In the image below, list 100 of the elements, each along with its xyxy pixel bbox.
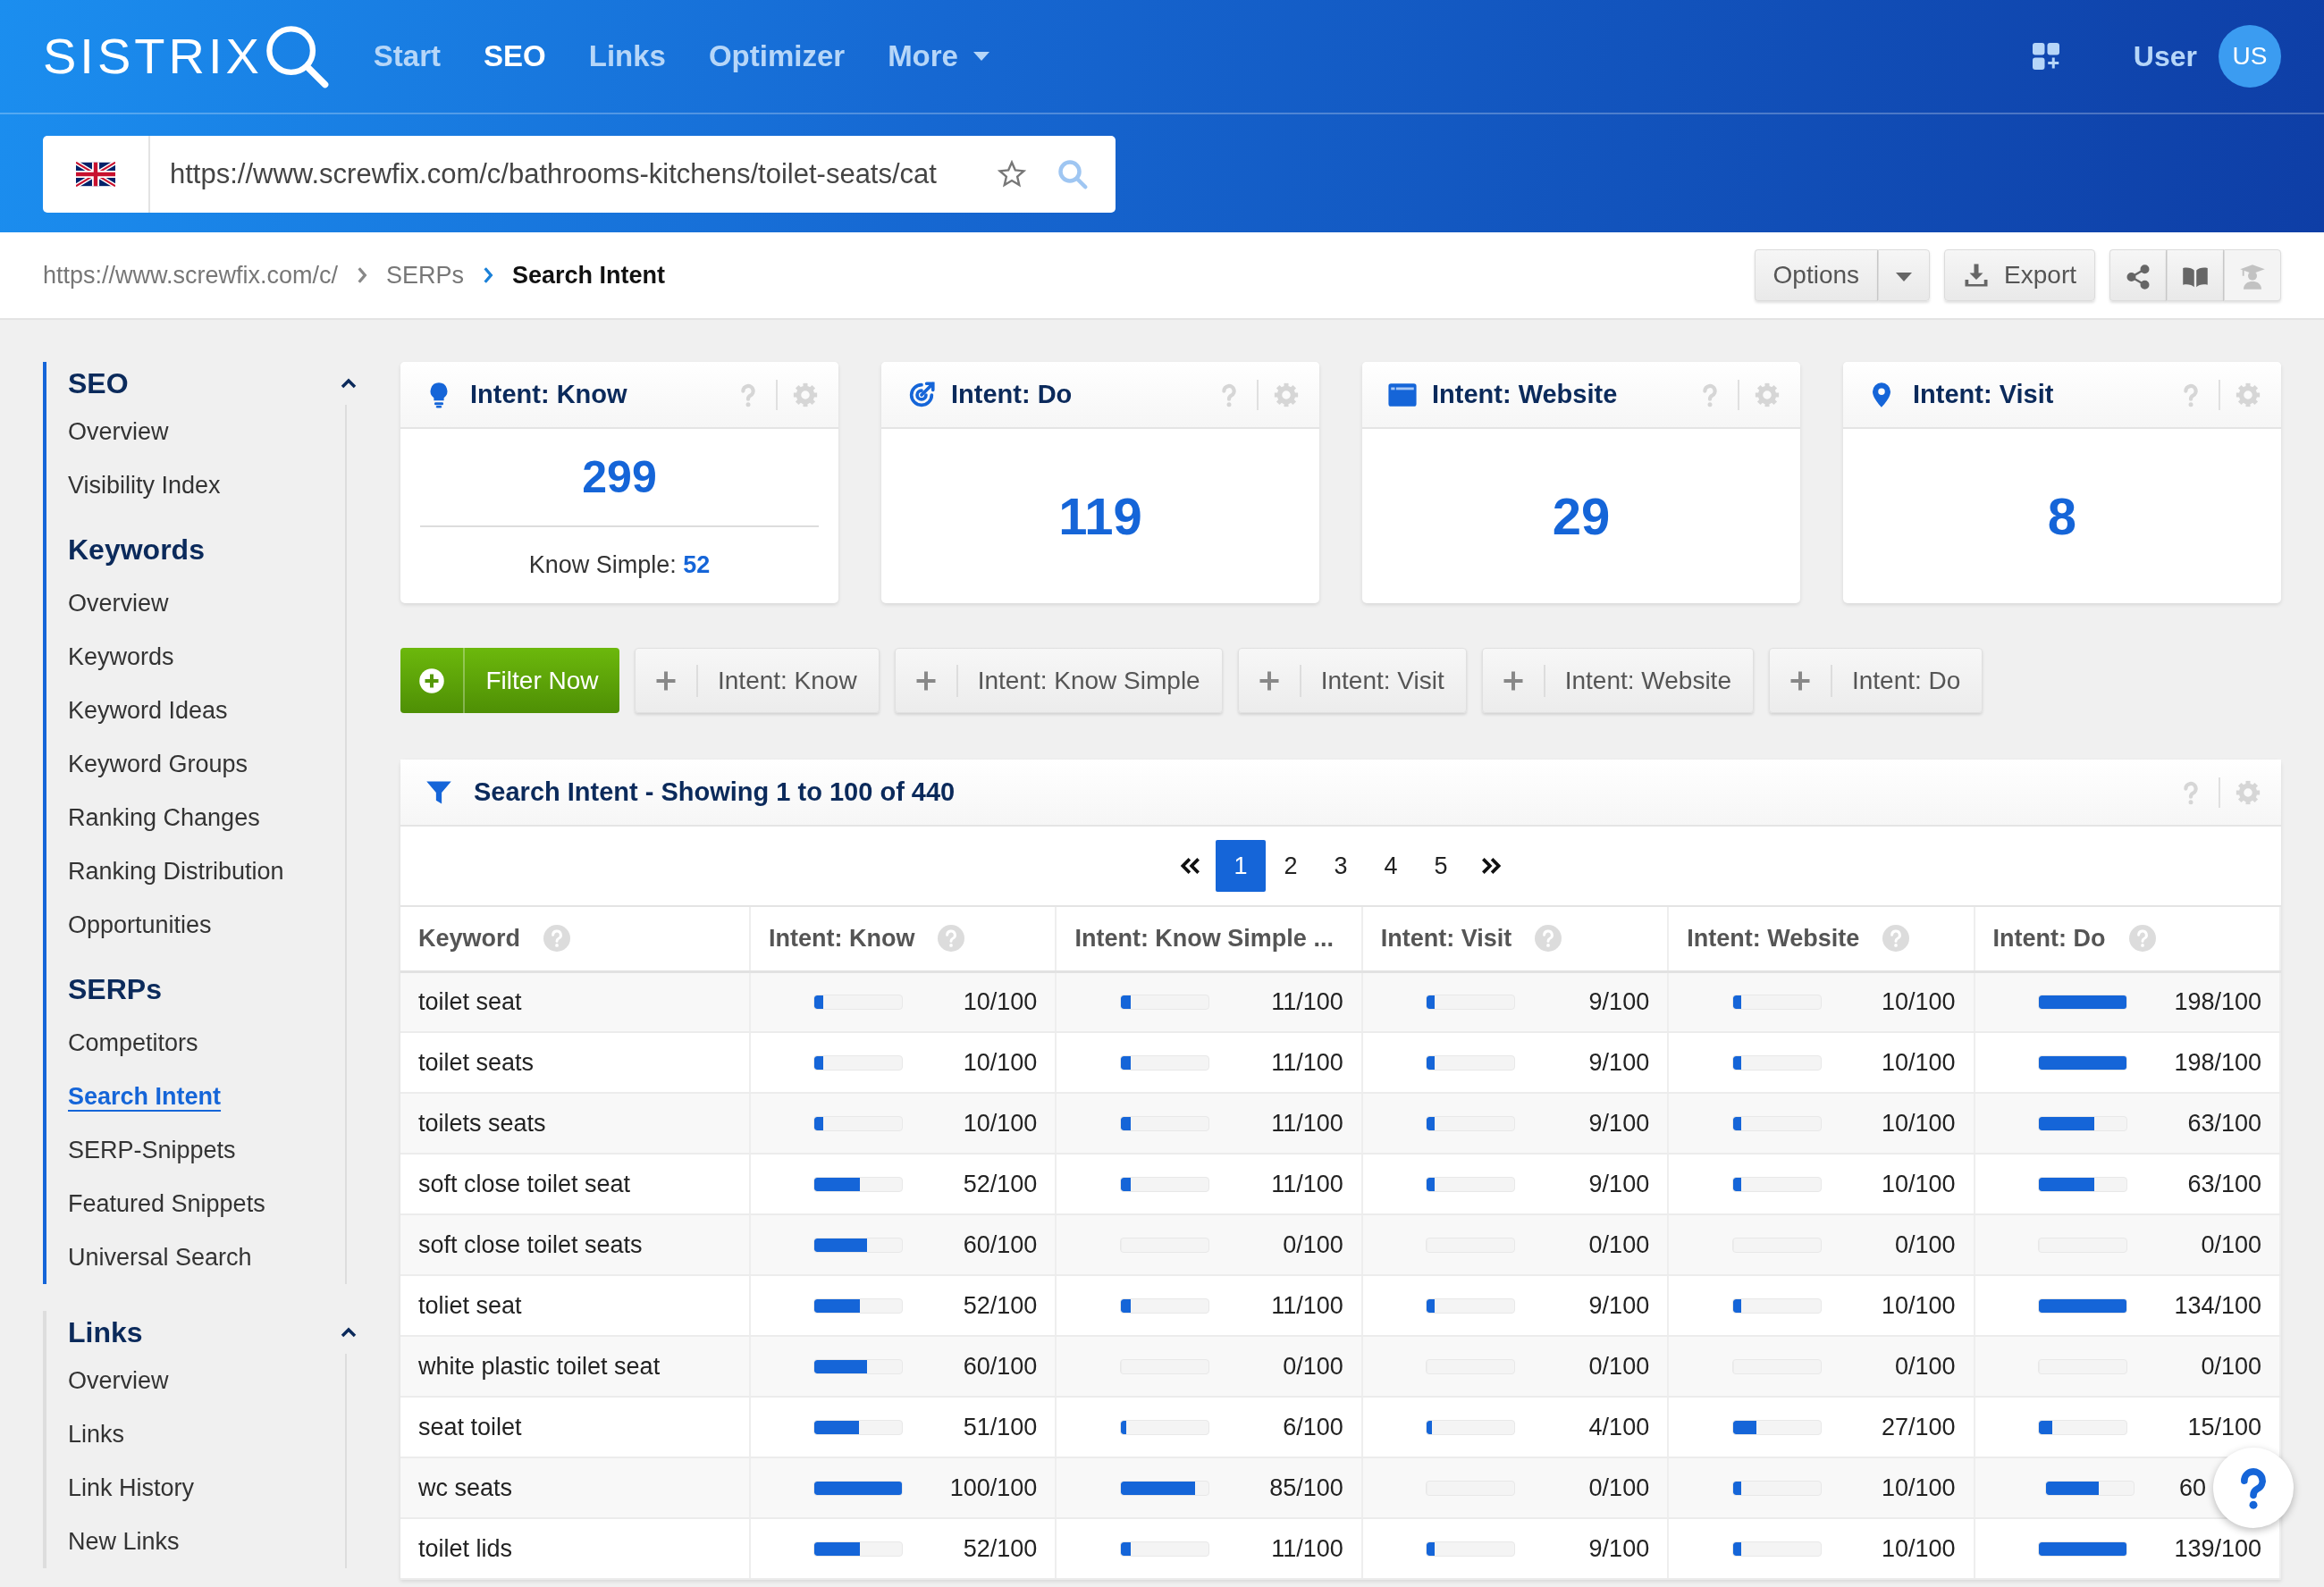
- share-icon: [2125, 263, 2151, 290]
- sidebar-item[interactable]: Overview: [46, 576, 345, 630]
- sidebar-item[interactable]: Universal Search: [46, 1230, 345, 1284]
- add-filter-button[interactable]: Intent: Website: [1481, 648, 1754, 713]
- column-header[interactable]: Intent: Website: [1687, 920, 1860, 957]
- column-header[interactable]: Keyword: [418, 920, 521, 957]
- search-icon[interactable]: [1057, 158, 1089, 190]
- share-button[interactable]: [2109, 249, 2167, 301]
- sidebar-item[interactable]: Keyword Groups: [46, 737, 345, 791]
- url-input-field[interactable]: https://www.screwfix.com/c/bathrooms-kitchens/toilet-seats/cat: [150, 153, 998, 196]
- settings-icon[interactable]: [792, 381, 819, 408]
- score-value: 10/100: [962, 1047, 1038, 1078]
- score-value: 27/100: [1880, 1412, 1956, 1442]
- sidebar-item[interactable]: Featured Snippets: [46, 1177, 345, 1230]
- keyword-cell: toilet seat: [400, 971, 750, 1032]
- sidebar-item[interactable]: Keywords: [46, 630, 345, 684]
- add-filter-button[interactable]: Intent: Do: [1768, 648, 1983, 713]
- sidebar-item[interactable]: Link History: [46, 1461, 345, 1515]
- breadcrumb-link[interactable]: https://www.screwfix.com/c/: [43, 256, 338, 294]
- column-header[interactable]: Intent: Know: [769, 920, 915, 957]
- sidebar-item[interactable]: Competitors: [46, 1016, 345, 1070]
- score-value: 0/100: [2200, 1230, 2261, 1260]
- help-icon[interactable]: [1882, 925, 1910, 953]
- score-value: 9/100: [1587, 1533, 1650, 1564]
- sidebar-item[interactable]: New Links: [46, 1515, 345, 1568]
- sidebar-item[interactable]: Overview: [46, 1354, 345, 1407]
- caret-up-icon[interactable]: [340, 377, 358, 390]
- page-link[interactable]: 5: [1416, 840, 1466, 892]
- add-filter-button[interactable]: Intent: Know: [635, 648, 880, 713]
- table-title: Search Intent - Showing 1 to 100 of 440: [474, 776, 956, 808]
- sidebar-item[interactable]: Visibility Index: [46, 458, 345, 512]
- score-value: 9/100: [1587, 1169, 1650, 1199]
- sidebar-item[interactable]: Opportunities: [46, 898, 345, 952]
- column-header[interactable]: Intent: Do: [1992, 920, 2106, 957]
- score-value: 9/100: [1587, 1108, 1650, 1138]
- settings-icon[interactable]: [2235, 381, 2261, 408]
- graduate-icon: [2239, 263, 2266, 290]
- download-icon: [1963, 262, 1991, 289]
- sidebar-item[interactable]: Ranking Distribution: [46, 844, 345, 898]
- export-button[interactable]: Export: [1944, 249, 2095, 301]
- column-header[interactable]: Intent: Know Simple ...: [1074, 920, 1334, 957]
- score-value: 85/100: [1268, 1473, 1343, 1503]
- help-icon[interactable]: [2128, 925, 2156, 953]
- manual-button[interactable]: [2167, 249, 2224, 301]
- score-value: 60/100: [962, 1351, 1038, 1381]
- sidebar-item[interactable]: Search Intent: [46, 1070, 345, 1123]
- user-menu[interactable]: User: [2133, 35, 2197, 78]
- score-value: 11/100: [1270, 987, 1343, 1017]
- chevron-right-icon: [482, 265, 495, 285]
- caret-up-icon[interactable]: [340, 1326, 358, 1339]
- sidebar-item[interactable]: Overview: [46, 405, 345, 458]
- breadcrumb-link[interactable]: SERPs: [386, 256, 465, 294]
- score-value: 52/100: [962, 1169, 1038, 1199]
- sidebar-item[interactable]: Links: [46, 1407, 345, 1461]
- score-value: 10/100: [1880, 1047, 1956, 1078]
- flag-icon[interactable]: [76, 162, 115, 187]
- page-link[interactable]: 4: [1366, 840, 1416, 892]
- page-link[interactable]: 2: [1266, 840, 1316, 892]
- score-value: 10/100: [1880, 1290, 1956, 1321]
- sidebar-item[interactable]: SERP-Snippets: [46, 1123, 345, 1177]
- intent-count: 29: [1552, 486, 1611, 547]
- star-icon[interactable]: [998, 160, 1026, 189]
- score-value: 10/100: [1880, 1169, 1956, 1199]
- help-icon[interactable]: [543, 925, 571, 953]
- help-icon[interactable]: [938, 925, 965, 953]
- settings-icon[interactable]: [1754, 381, 1781, 408]
- page-link[interactable]: 1: [1216, 840, 1266, 892]
- logo-text: SISTRIX: [43, 31, 263, 81]
- add-filter-button[interactable]: Intent: Visit: [1237, 648, 1467, 713]
- add-filter-button[interactable]: Intent: Know Simple: [894, 648, 1223, 713]
- score-value: 0/100: [1894, 1230, 1956, 1260]
- sidebar-item[interactable]: Keyword Ideas: [46, 684, 345, 737]
- nav-link[interactable]: SEO: [484, 34, 546, 79]
- page-link[interactable]: 3: [1316, 840, 1366, 892]
- sidebar-item[interactable]: Ranking Changes: [46, 791, 345, 844]
- caret-down-icon: [972, 51, 990, 62]
- score-value: 60: [2178, 1473, 2206, 1503]
- card-title: Intent: Visit: [1913, 378, 2054, 410]
- score-value: 9/100: [1587, 987, 1650, 1017]
- score-value: 60/100: [962, 1230, 1038, 1260]
- settings-icon[interactable]: [1273, 381, 1300, 408]
- score-value: 0/100: [1282, 1230, 1343, 1260]
- intent-count: 8: [2047, 486, 2077, 547]
- score-value: 15/100: [2186, 1412, 2261, 1442]
- intent-count: 299: [582, 450, 657, 504]
- help-icon[interactable]: [1535, 925, 1562, 953]
- options-button[interactable]: Options: [1754, 249, 1879, 301]
- keyword-cell: wc seats: [400, 1457, 750, 1518]
- score-value: 11/100: [1270, 1108, 1343, 1138]
- settings-icon[interactable]: [2235, 778, 2261, 806]
- url-search-field[interactable]: https://www.screwfix.com/c/bathrooms-kitchens/toilet-seats/cat: [43, 136, 1116, 213]
- sidebar-section-title[interactable]: SEO: [68, 362, 129, 405]
- score-value: 11/100: [1270, 1169, 1343, 1199]
- score-value: 10/100: [1880, 987, 1956, 1017]
- options-dropdown-button[interactable]: [1878, 249, 1931, 301]
- column-header[interactable]: Intent: Visit: [1380, 920, 1512, 957]
- sidebar-section-title[interactable]: Links: [68, 1311, 143, 1354]
- score-value: 11/100: [1270, 1047, 1343, 1078]
- score-value: 0/100: [2200, 1351, 2261, 1381]
- sidebar-heading: SERPs: [67, 972, 163, 1007]
